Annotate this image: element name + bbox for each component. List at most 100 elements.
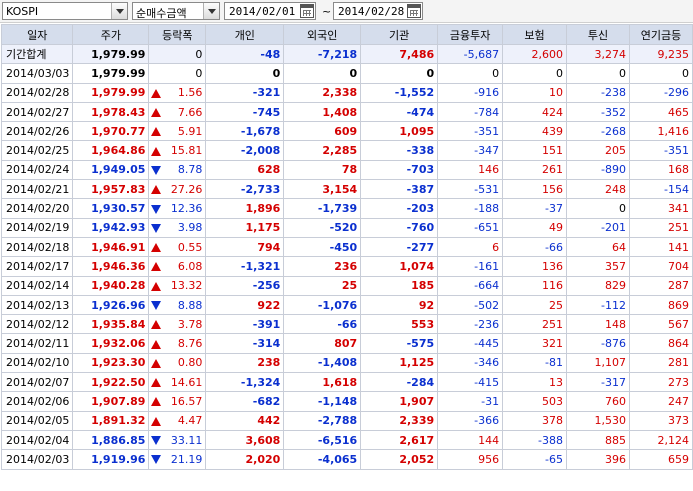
table-row[interactable]: 2014/02/18 1,946.91 0.55 794 -450 -277 6 -66 64 1… bbox=[0, 236, 693, 258]
column-header[interactable]: 주가 bbox=[72, 24, 150, 45]
down-triangle-icon bbox=[151, 204, 162, 214]
date-cell: 2014/02/06 bbox=[0, 391, 74, 412]
table-row[interactable]: 2014/02/06 1,907.89 16.57 -682 -1,148 1,907 -3… bbox=[0, 391, 693, 412]
fin-cell: -188 bbox=[437, 198, 504, 219]
inst-cell: -387 bbox=[360, 179, 439, 200]
date-cell: 2014/02/18 bbox=[0, 236, 74, 258]
indv-cell: -48 bbox=[205, 43, 285, 65]
down-triangle-icon bbox=[151, 301, 162, 310]
trust-cell: 3,274 bbox=[566, 43, 630, 65]
date-cell: 2014/02/27 bbox=[0, 101, 74, 123]
trust-cell: 396 bbox=[566, 449, 630, 470]
chg-cell: 27.26 bbox=[148, 179, 207, 200]
table-row[interactable]: 2014/02/12 1,935.84 3.78 -391 -66 553 -236 251 1… bbox=[0, 314, 693, 335]
table-row[interactable]: 2014/02/27 1,978.43 7.66 -745 1,408 -474 -784 4… bbox=[0, 101, 693, 123]
pension-cell: -154 bbox=[628, 179, 693, 200]
ins-cell: 49 bbox=[502, 217, 568, 238]
indv-cell: 794 bbox=[205, 236, 285, 258]
table-row[interactable]: 2014/02/25 1,964.86 15.81 -2,008 2,285 -338 -3… bbox=[0, 140, 693, 161]
frgn-cell: -1,408 bbox=[283, 352, 362, 374]
inst-cell: 7,486 bbox=[360, 43, 439, 65]
table-row[interactable]: 2014/02/10 1,923.30 0.80 238 -1,408 1,125 -346… bbox=[0, 352, 693, 374]
table-row[interactable]: 2014/02/19 1,942.93 3.98 1,175 -520 -760 -651 4… bbox=[0, 217, 693, 238]
period-total-row[interactable]: 기간합계 1,979.99 0 -48 -7,218 7,486 -5,687 2,600 3,… bbox=[0, 43, 693, 65]
table-row[interactable]: 2014/02/03 1,919.96 21.19 2,020 -4,065 2,052 9… bbox=[0, 449, 693, 470]
ins-cell: 2,600 bbox=[502, 43, 568, 65]
table-row[interactable]: 2014/02/26 1,970.77 5.91 -1,678 609 1,095 -351… bbox=[0, 121, 693, 142]
chg-cell: 0.80 bbox=[148, 352, 207, 374]
inst-cell: 1,074 bbox=[360, 256, 439, 277]
table-row[interactable]: 2014/02/24 1,949.05 8.78 628 78 -703 146 261 -89… bbox=[0, 159, 693, 181]
change-value: 3.98 bbox=[177, 221, 203, 235]
chevron-down-icon[interactable] bbox=[111, 3, 127, 19]
inst-cell: -575 bbox=[360, 333, 439, 354]
indv-cell: -1,678 bbox=[205, 121, 285, 142]
ins-cell: 261 bbox=[502, 159, 568, 181]
frgn-cell: 2,285 bbox=[283, 140, 362, 161]
start-date-field[interactable]: 2014/02/01 bbox=[224, 2, 316, 20]
date-cell: 2014/02/26 bbox=[0, 121, 74, 142]
inst-cell: -703 bbox=[360, 159, 439, 181]
column-header[interactable]: 기관 bbox=[360, 24, 439, 45]
table-row[interactable]: 2014/02/28 1,979.99 1.56 -321 2,338 -1,552 -91… bbox=[0, 82, 693, 103]
chg-cell: 8.76 bbox=[148, 333, 207, 354]
fin-cell: -31 bbox=[437, 391, 504, 412]
column-header[interactable]: 보험 bbox=[502, 24, 568, 45]
change-value: 1.56 bbox=[177, 86, 203, 100]
calendar-icon[interactable] bbox=[407, 4, 421, 18]
table-row[interactable]: 2014/02/05 1,891.32 4.47 442 -2,788 2,339 -366… bbox=[0, 410, 693, 431]
column-header[interactable]: 외국인 bbox=[283, 24, 362, 45]
change-value: 33.11 bbox=[170, 433, 203, 447]
date-cell: 2014/02/21 bbox=[0, 179, 74, 200]
trust-cell: -317 bbox=[566, 372, 630, 393]
index-select-value: KOSPI bbox=[6, 5, 39, 18]
column-header[interactable]: 금융투자 bbox=[437, 24, 504, 45]
trust-cell: -352 bbox=[566, 101, 630, 123]
table-row[interactable]: 2014/02/11 1,932.06 8.76 -314 807 -575 -445 321… bbox=[0, 333, 693, 354]
table-row[interactable]: 2014/02/07 1,922.50 14.61 -1,324 1,618 -284 -4… bbox=[0, 372, 693, 393]
table-row[interactable]: 2014/02/20 1,930.57 12.36 1,896 -1,739 -203 -1… bbox=[0, 198, 693, 219]
fin-cell: -366 bbox=[437, 410, 504, 431]
mode-select[interactable]: 순매수금액 bbox=[132, 2, 220, 20]
end-date-field[interactable]: 2014/02/28 bbox=[333, 2, 423, 20]
table-row[interactable]: 2014/03/03 1,979.99 0 0 0 0 0 0 0 0 bbox=[0, 63, 693, 84]
table-row[interactable]: 2014/02/14 1,940.28 13.32 -256 25 185 -664 116 8… bbox=[0, 275, 693, 296]
column-header[interactable]: 연기금등 bbox=[628, 24, 693, 45]
chg-cell: 6.08 bbox=[148, 256, 207, 277]
frgn-cell: -520 bbox=[283, 217, 362, 238]
price-cell: 1,922.50 bbox=[72, 372, 150, 393]
start-date-value: 2014/02/01 bbox=[229, 5, 296, 18]
index-select[interactable]: KOSPI bbox=[2, 2, 128, 20]
inst-cell: -277 bbox=[360, 236, 439, 258]
down-triangle-icon bbox=[151, 455, 162, 465]
table-row[interactable]: 2014/02/13 1,926.96 8.88 922 -1,076 92 -502 25-… bbox=[0, 294, 693, 316]
frgn-cell: -1,076 bbox=[283, 294, 362, 316]
frgn-cell: 1,618 bbox=[283, 372, 362, 393]
pension-cell: 251 bbox=[628, 217, 693, 238]
ins-cell: 424 bbox=[502, 101, 568, 123]
up-triangle-icon bbox=[151, 358, 162, 368]
column-header[interactable]: 개인 bbox=[205, 24, 285, 45]
change-value: 5.91 bbox=[177, 124, 203, 138]
chg-cell: 13.32 bbox=[148, 275, 207, 296]
column-header[interactable]: 등락폭 bbox=[148, 24, 207, 45]
indv-cell: -2,733 bbox=[205, 179, 285, 200]
price-cell: 1,957.83 bbox=[72, 179, 150, 200]
price-cell: 1,923.30 bbox=[72, 352, 150, 374]
up-triangle-icon bbox=[151, 108, 162, 118]
column-header[interactable]: 투신 bbox=[566, 24, 630, 45]
fin-cell: -651 bbox=[437, 217, 504, 238]
inst-cell: 1,907 bbox=[360, 391, 439, 412]
inst-cell: 2,339 bbox=[360, 410, 439, 431]
chg-cell: 16.57 bbox=[148, 391, 207, 412]
ins-cell: 0 bbox=[502, 63, 568, 84]
table-row[interactable]: 2014/02/04 1,886.85 33.11 3,608 -6,516 2,617 1… bbox=[0, 429, 693, 451]
end-date-value: 2014/02/28 bbox=[338, 5, 405, 18]
column-header[interactable]: 일자 bbox=[0, 24, 74, 45]
table-row[interactable]: 2014/02/21 1,957.83 27.26 -2,733 3,154 -387 -5… bbox=[0, 179, 693, 200]
table-row[interactable]: 2014/02/17 1,946.36 6.08 -1,321 236 1,074 -161… bbox=[0, 256, 693, 277]
chevron-down-icon[interactable] bbox=[203, 3, 219, 19]
calendar-icon[interactable] bbox=[300, 4, 314, 18]
change-value: 7.66 bbox=[177, 105, 203, 119]
indv-cell: -256 bbox=[205, 275, 285, 296]
